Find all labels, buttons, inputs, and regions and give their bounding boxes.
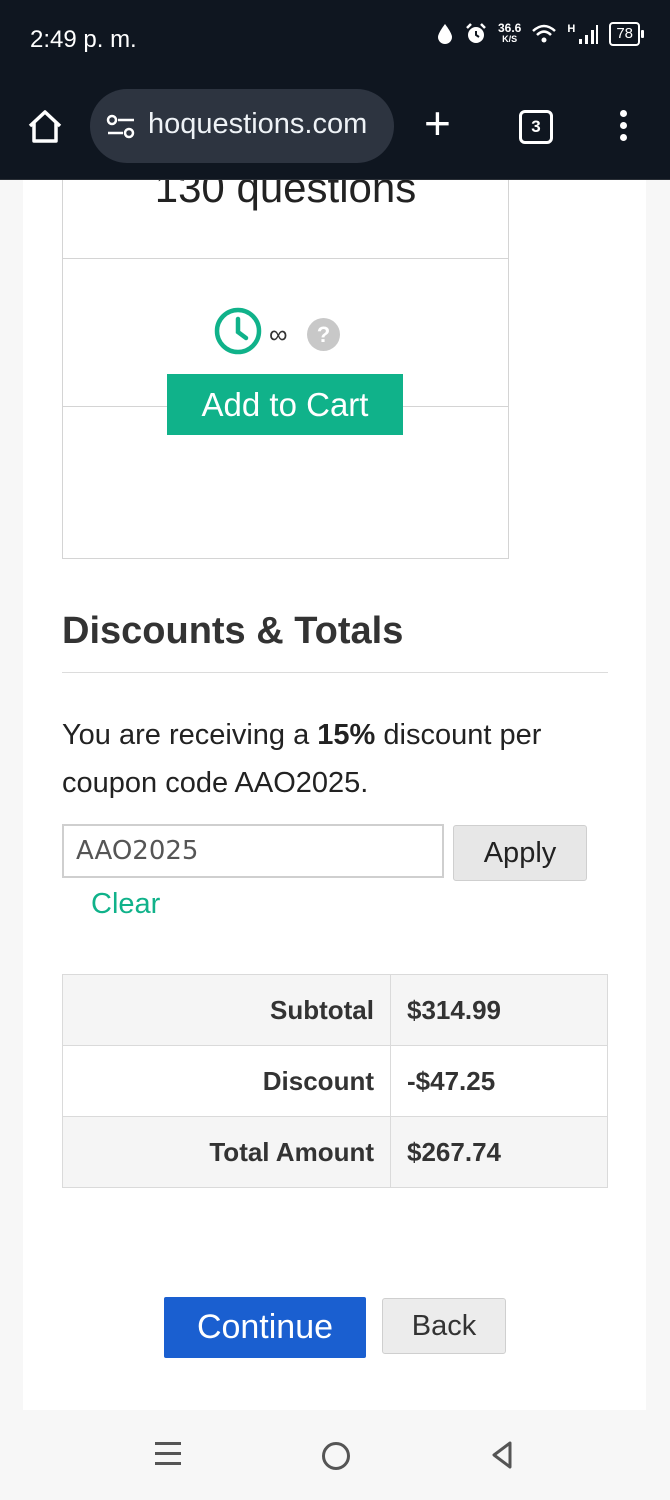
subtotal-value: $314.99	[390, 974, 608, 1046]
browser-toolbar: hoquestions.com + 3	[0, 78, 670, 180]
back-button[interactable]: Back	[382, 1298, 506, 1354]
discount-message-prefix: You are receiving a	[62, 719, 318, 751]
product-card: 130 questions ∞ ? Add to Cart	[62, 180, 509, 559]
site-settings-icon[interactable]	[106, 114, 136, 140]
speed-unit: K/S	[502, 34, 518, 44]
table-row: Discount -$47.25	[62, 1045, 608, 1117]
system-nav-bar	[0, 1410, 670, 1500]
status-bar: 2:49 p. m. 36.6 K/S H 78	[0, 0, 670, 78]
discount-value: -$47.25	[390, 1045, 608, 1117]
signal-icon	[579, 25, 599, 44]
discount-message: You are receiving a 15% discount per cou…	[62, 711, 602, 807]
questions-count: 130 questions	[154, 180, 417, 211]
subtotal-label: Subtotal	[62, 974, 391, 1046]
network-speed: 36.6 K/S	[498, 21, 522, 45]
url-text: hoquestions.com	[148, 108, 368, 140]
status-icons: 36.6 K/S H 78	[436, 21, 644, 46]
apply-button[interactable]: Apply	[453, 825, 587, 881]
tab-switcher-button[interactable]: 3	[519, 110, 553, 144]
network-type: H	[567, 23, 576, 35]
page-content: 130 questions ∞ ? Add to Cart Discounts …	[23, 180, 646, 1410]
clear-link[interactable]: Clear	[91, 888, 160, 921]
nav-home-icon[interactable]	[322, 1442, 350, 1470]
continue-button[interactable]: Continue	[164, 1297, 366, 1358]
duration-value: ∞	[269, 319, 288, 349]
battery-indicator: 78	[609, 22, 644, 46]
section-heading: Discounts & Totals	[62, 610, 404, 652]
alarm-icon	[466, 23, 486, 43]
total-label: Total Amount	[62, 1116, 391, 1188]
add-to-cart-button[interactable]: Add to Cart	[167, 374, 403, 435]
wifi-icon	[532, 24, 557, 43]
speed-value: 36.6	[498, 21, 522, 35]
nav-back-icon[interactable]	[490, 1440, 514, 1470]
home-icon[interactable]	[26, 108, 64, 146]
discount-label: Discount	[62, 1045, 391, 1117]
clock-icon	[214, 307, 262, 355]
new-tab-icon[interactable]: +	[424, 100, 451, 146]
table-row: Subtotal $314.99	[62, 974, 608, 1046]
divider	[62, 672, 608, 673]
recent-apps-icon[interactable]	[155, 1442, 181, 1472]
discount-percent: 15%	[317, 719, 376, 751]
address-bar[interactable]: hoquestions.com	[90, 89, 394, 163]
drop-icon	[438, 24, 452, 44]
coupon-input[interactable]: AAO2025	[62, 824, 444, 878]
more-options-icon[interactable]	[620, 110, 628, 146]
totals-table: Subtotal $314.99 Discount -$47.25 Total …	[62, 974, 608, 1188]
questions-row: 130 questions	[63, 180, 508, 259]
help-icon[interactable]: ?	[307, 318, 340, 351]
status-time: 2:49 p. m.	[30, 26, 137, 53]
total-value: $267.74	[390, 1116, 608, 1188]
table-row: Total Amount $267.74	[62, 1116, 608, 1188]
